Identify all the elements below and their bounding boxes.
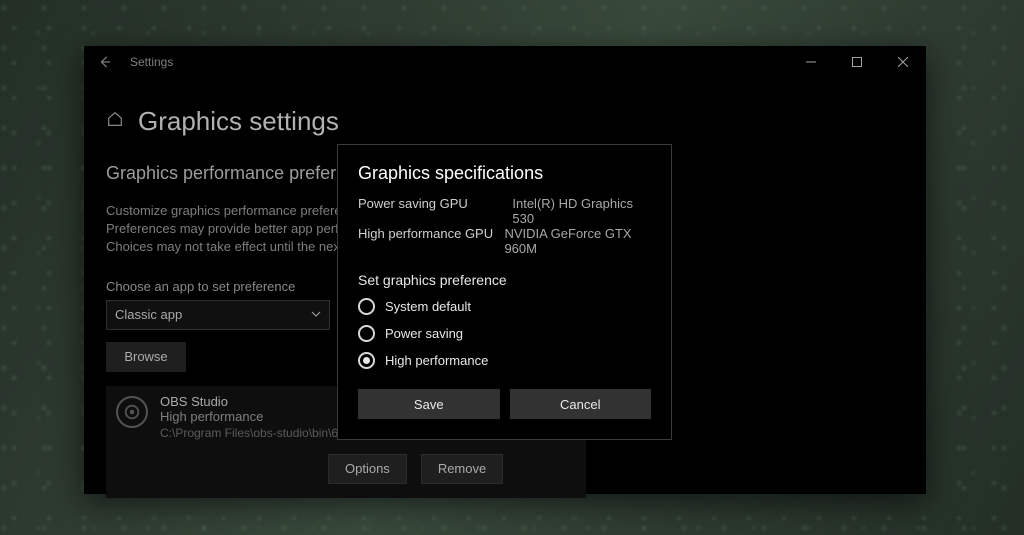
- power-gpu-value: Intel(R) HD Graphics 530: [512, 196, 651, 226]
- radio-label: Power saving: [385, 326, 463, 341]
- radio-icon: [358, 298, 375, 315]
- high-gpu-label: High performance GPU: [358, 226, 494, 256]
- titlebar[interactable]: Settings: [84, 46, 926, 78]
- app-type-dropdown[interactable]: Classic app: [106, 300, 330, 330]
- remove-button[interactable]: Remove: [421, 454, 503, 484]
- high-gpu-value: NVIDIA GeForce GTX 960M: [504, 226, 651, 256]
- graphics-spec-dialog: Graphics specifications Power saving GPU…: [337, 144, 672, 440]
- dialog-title: Graphics specifications: [358, 163, 651, 184]
- chevron-down-icon: [311, 307, 321, 322]
- options-button[interactable]: Options: [328, 454, 407, 484]
- maximize-icon[interactable]: [834, 46, 880, 78]
- save-button[interactable]: Save: [358, 389, 500, 419]
- power-gpu-label: Power saving GPU: [358, 196, 502, 226]
- radio-system-default[interactable]: System default: [358, 298, 651, 315]
- dropdown-value: Classic app: [115, 307, 182, 322]
- window-controls: [788, 46, 926, 78]
- window-title: Settings: [130, 55, 173, 69]
- page-title: Graphics settings: [138, 106, 339, 137]
- radio-icon: [358, 352, 375, 369]
- app-icon: [116, 396, 148, 428]
- cancel-button[interactable]: Cancel: [510, 389, 652, 419]
- minimize-icon[interactable]: [788, 46, 834, 78]
- radio-label: System default: [385, 299, 471, 314]
- radio-power-saving[interactable]: Power saving: [358, 325, 651, 342]
- radio-group: System default Power saving High perform…: [358, 298, 651, 369]
- radio-high-performance[interactable]: High performance: [358, 352, 651, 369]
- radio-icon: [358, 325, 375, 342]
- browse-button[interactable]: Browse: [106, 342, 186, 372]
- gpu-table: Power saving GPU Intel(R) HD Graphics 53…: [358, 196, 651, 256]
- radio-label: High performance: [385, 353, 488, 368]
- set-pref-label: Set graphics preference: [358, 272, 651, 288]
- home-icon[interactable]: [106, 110, 124, 133]
- close-icon[interactable]: [880, 46, 926, 78]
- back-icon[interactable]: [98, 55, 112, 69]
